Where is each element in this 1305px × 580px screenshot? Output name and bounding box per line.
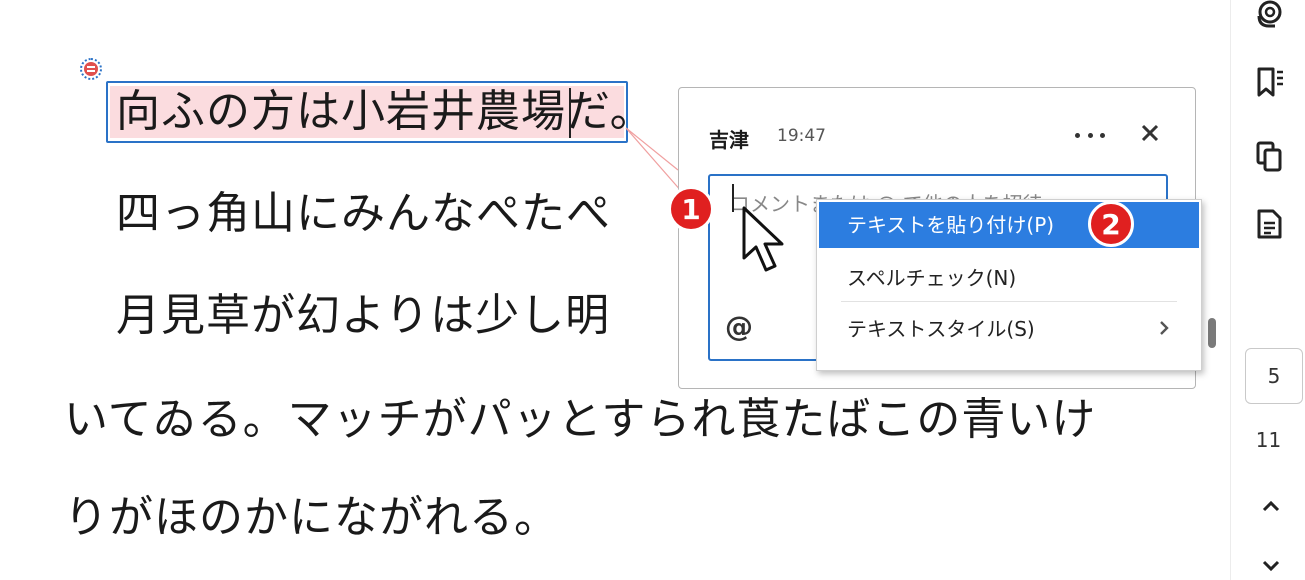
more-options-button[interactable] (1075, 124, 1105, 146)
comments-icon[interactable] (1253, 0, 1285, 32)
step-badge: 2 (1088, 201, 1134, 247)
total-pages: 11 (1255, 428, 1282, 452)
chevron-up-icon[interactable] (1261, 496, 1281, 516)
highlight-selection-box[interactable] (106, 81, 628, 143)
context-menu: テキストを貼り付け(P) スペルチェック(N) テキストスタイル(S) (816, 199, 1202, 371)
menu-item-text-style[interactable]: テキストスタイル(S) (819, 306, 1199, 352)
right-sidebar: 5 11 (1230, 0, 1305, 580)
document-line: いてゐる。マッチがパッとすられ莨たばこの青いけ (64, 394, 1097, 445)
mouse-pointer-icon (742, 206, 784, 272)
document-icon[interactable] (1253, 208, 1285, 240)
menu-item-text-style-label: テキストスタイル(S) (847, 317, 1035, 341)
comment-marker-icon[interactable] (80, 58, 102, 80)
menu-item-paste-text[interactable]: テキストを貼り付け(P) (819, 202, 1199, 248)
input-caret (732, 184, 734, 212)
chevron-right-icon (1160, 321, 1169, 335)
step-badge: 1 (668, 186, 714, 232)
document-line: 四っ角山にみんなぺたぺ (116, 188, 611, 239)
mention-at-icon[interactable]: @ (725, 310, 753, 343)
scrollbar-thumb[interactable] (1208, 318, 1216, 348)
bookmark-icon[interactable] (1253, 66, 1285, 98)
copy-pages-icon[interactable] (1253, 140, 1285, 172)
close-icon[interactable] (1139, 122, 1161, 144)
menu-item-spell-check[interactable]: スペルチェック(N) (819, 255, 1199, 301)
current-page-field[interactable]: 5 (1245, 348, 1303, 404)
chevron-down-icon[interactable] (1261, 556, 1281, 576)
menu-divider (841, 301, 1177, 302)
comment-author: 吉津 (709, 128, 749, 152)
document-line: 月見草が幻よりは少し明 (116, 290, 611, 341)
text-caret (569, 88, 571, 138)
comment-time: 19:47 (777, 126, 826, 146)
document-line: りがほのかにながれる。 (64, 492, 559, 543)
